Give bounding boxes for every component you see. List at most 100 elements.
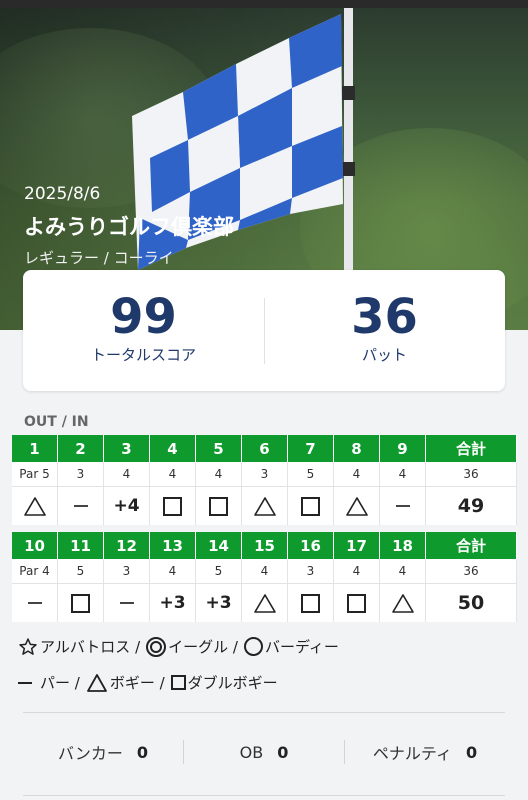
square-icon: [71, 593, 90, 613]
triangle-icon: [345, 496, 369, 517]
putts-block: 36 パット: [264, 270, 505, 391]
score-total-value: 50: [457, 592, 485, 614]
status-bar: [0, 0, 528, 8]
legend-par-label: パー /: [40, 674, 80, 692]
hole-number: 2: [58, 435, 104, 462]
hole-number: 1: [12, 435, 58, 462]
score-total: 50: [426, 584, 517, 622]
hole-result: [380, 584, 426, 622]
penalty-label: ペナルティ: [372, 744, 452, 763]
hole-number: 18: [380, 532, 426, 559]
legend-eagle: イーグル /: [146, 636, 238, 657]
hole-number: 10: [12, 532, 58, 559]
hole-result: [334, 584, 380, 622]
hole-par: 5: [58, 559, 104, 584]
scorecard-out: 1 2 3 4 5 6 7 8 9 合計 Par 5 3 4 4 4 3 5 4 4 36 +4 49: [12, 435, 517, 525]
legend-bogey: ボギー /: [86, 672, 165, 693]
score-total-value: 49: [457, 495, 485, 517]
hole-result: [104, 584, 150, 622]
over-par-value: +3: [159, 593, 186, 613]
hole-par: 3: [58, 462, 104, 487]
hole-result: [242, 487, 288, 525]
bottom-divider: [23, 795, 505, 796]
hole-par: 4: [334, 462, 380, 487]
circle-icon: [243, 637, 263, 656]
legend-eagle-label: イーグル /: [168, 638, 238, 656]
star-outline-icon: [18, 637, 38, 657]
hole-number: 7: [288, 435, 334, 462]
hole-par: Par 4: [12, 559, 58, 584]
total-score-label: トータルスコア: [90, 346, 196, 364]
legend-double-bogey-label: ダブルボギー: [187, 674, 278, 692]
legend-birdie: バーディー: [243, 636, 339, 657]
over-par-value: +4: [113, 496, 140, 516]
legend-row-1: アルバトロス / イーグル / バーディー: [18, 636, 345, 657]
hole-number: 14: [196, 532, 242, 559]
square-icon: [301, 496, 320, 516]
score-total: 49: [426, 487, 517, 525]
hole-par: 4: [380, 559, 426, 584]
hole-number: 9: [380, 435, 426, 462]
square-icon: [301, 593, 320, 613]
hole-par: 3: [104, 559, 150, 584]
putts-label: パット: [361, 346, 407, 364]
hole-result: [334, 487, 380, 525]
triangle-icon: [391, 593, 415, 614]
dash-icon: [18, 681, 32, 684]
scorecard-in: 10 11 12 13 14 15 16 17 18 合計 Par 4 5 3 4 5 4 3 4 4 36 +3 +3 5…: [12, 532, 517, 622]
hole-number: 6: [242, 435, 288, 462]
legend-albatross: アルバトロス /: [18, 636, 140, 657]
dash-icon: [27, 602, 42, 604]
hole-number: 3: [104, 435, 150, 462]
hole-result: [288, 584, 334, 622]
hole-par: 4: [242, 559, 288, 584]
legend-row-2: パー / ボギー / ダブルボギー: [18, 672, 284, 693]
bunker-value: 0: [136, 742, 148, 762]
hole-number: 16: [288, 532, 334, 559]
hole-number: 4: [150, 435, 196, 462]
legend-birdie-label: バーディー: [264, 638, 339, 656]
hole-par: 4: [334, 559, 380, 584]
hole-par: 4: [150, 462, 196, 487]
square-icon: [209, 496, 228, 516]
par-total: 36: [426, 559, 517, 584]
square-icon: [347, 593, 366, 613]
legend-albatross-label: アルバトロス /: [40, 638, 141, 656]
double-circle-icon: [146, 636, 167, 657]
hole-par: 4: [380, 462, 426, 487]
dash-icon: [73, 505, 88, 507]
ob-value: 0: [277, 742, 289, 762]
hole-number: 11: [58, 532, 104, 559]
triangle-icon: [23, 496, 47, 517]
square-icon: [170, 675, 186, 690]
hole-number: 5: [196, 435, 242, 462]
hole-result: [12, 584, 58, 622]
hole-number: 13: [150, 532, 196, 559]
dash-icon: [395, 505, 410, 507]
dash-icon: [119, 602, 134, 604]
total-header: 合計: [426, 532, 517, 559]
legend-bogey-label: ボギー /: [109, 674, 165, 692]
club-name: よみうりゴルフ倶楽部: [24, 215, 234, 239]
square-icon: [163, 496, 182, 516]
hole-par: Par 5: [12, 462, 58, 487]
hole-par: 5: [196, 559, 242, 584]
ob-label: OB: [239, 742, 264, 762]
stat-penalty: ペナルティ 0: [345, 735, 505, 769]
hole-number: 8: [334, 435, 380, 462]
hole-result: [150, 487, 196, 525]
hole-result: [58, 584, 104, 622]
hole-result: [58, 487, 104, 525]
section-label: OUT / IN: [24, 414, 89, 430]
hole-number: 17: [334, 532, 380, 559]
hole-result: +3: [150, 584, 196, 622]
hole-par: 4: [150, 559, 196, 584]
hole-par: 4: [196, 462, 242, 487]
over-par-value: +3: [205, 593, 232, 613]
hole-result: [12, 487, 58, 525]
triangle-icon: [253, 593, 277, 614]
stat-bunker: バンカー 0: [23, 735, 183, 769]
total-score-block: 99 トータルスコア: [23, 270, 264, 391]
course-name: レギュラー / コーライ: [24, 249, 174, 267]
hole-par: 4: [104, 462, 150, 487]
